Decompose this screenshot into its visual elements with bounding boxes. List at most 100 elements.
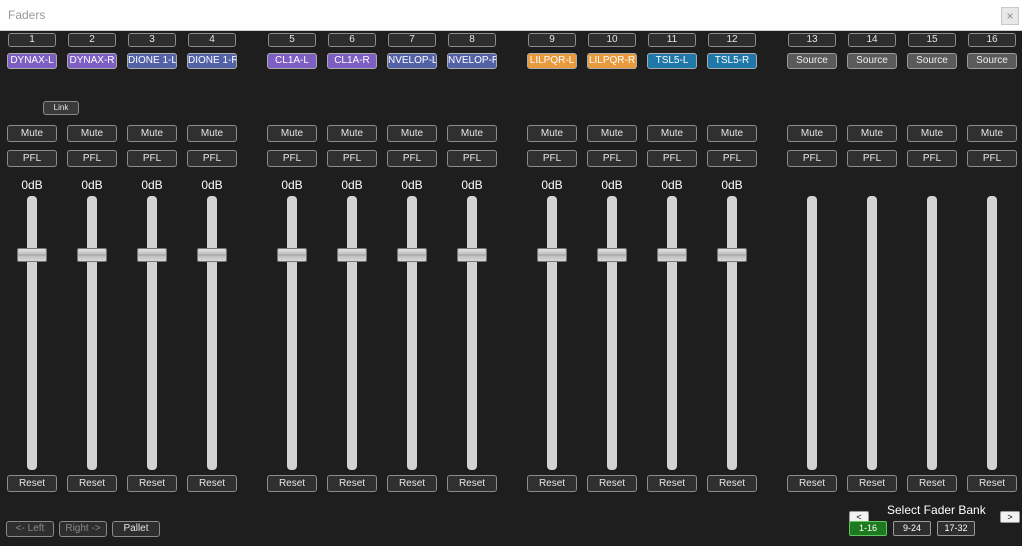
channel-number-button[interactable]: 14 xyxy=(848,33,896,47)
mute-button[interactable]: Mute xyxy=(527,125,577,142)
fader-knob[interactable] xyxy=(717,248,747,262)
pfl-button[interactable]: PFL xyxy=(787,150,837,167)
mute-button[interactable]: Mute xyxy=(267,125,317,142)
channel-number-button[interactable]: 7 xyxy=(388,33,436,47)
fader-knob[interactable] xyxy=(17,248,47,262)
channel-number-button[interactable]: 1 xyxy=(8,33,56,47)
source-button[interactable]: Source xyxy=(907,53,957,69)
channel-name-button[interactable]: TSL5-R xyxy=(707,53,757,69)
channel-number-button[interactable]: 3 xyxy=(128,33,176,47)
fader-track[interactable] xyxy=(27,196,37,470)
pfl-button[interactable]: PFL xyxy=(527,150,577,167)
channel-number-button[interactable]: 6 xyxy=(328,33,376,47)
mute-button[interactable]: Mute xyxy=(447,125,497,142)
reset-button[interactable]: Reset xyxy=(787,475,837,492)
channel-number-button[interactable]: 4 xyxy=(188,33,236,47)
reset-button[interactable]: Reset xyxy=(967,475,1017,492)
channel-name-button[interactable]: NVELOP-R xyxy=(447,53,497,69)
channel-name-button[interactable]: TSL5-L xyxy=(647,53,697,69)
bank-button-17-32[interactable]: 17-32 xyxy=(937,521,975,536)
channel-number-button[interactable]: 11 xyxy=(648,33,696,47)
pfl-button[interactable]: PFL xyxy=(647,150,697,167)
channel-number-button[interactable]: 8 xyxy=(448,33,496,47)
fader-knob[interactable] xyxy=(277,248,307,262)
mute-button[interactable]: Mute xyxy=(967,125,1017,142)
pfl-button[interactable]: PFL xyxy=(707,150,757,167)
reset-button[interactable]: Reset xyxy=(527,475,577,492)
channel-number-button[interactable]: 10 xyxy=(588,33,636,47)
channel-number-button[interactable]: 16 xyxy=(968,33,1016,47)
fader-knob[interactable] xyxy=(197,248,227,262)
fader-track[interactable] xyxy=(547,196,557,470)
fader-track[interactable] xyxy=(807,196,817,470)
fader-knob[interactable] xyxy=(657,248,687,262)
mute-button[interactable]: Mute xyxy=(707,125,757,142)
reset-button[interactable]: Reset xyxy=(387,475,437,492)
pfl-button[interactable]: PFL xyxy=(327,150,377,167)
source-button[interactable]: Source xyxy=(787,53,837,69)
channel-number-button[interactable]: 15 xyxy=(908,33,956,47)
channel-name-button[interactable]: LILPQR-L xyxy=(527,53,577,69)
reset-button[interactable]: Reset xyxy=(647,475,697,492)
pfl-button[interactable]: PFL xyxy=(447,150,497,167)
pallet-button[interactable]: Pallet xyxy=(112,521,160,537)
channel-name-button[interactable]: NVELOP-L xyxy=(387,53,437,69)
channel-name-button[interactable]: CL1A-L xyxy=(267,53,317,69)
channel-name-button[interactable]: DIONE 1-R xyxy=(187,53,237,69)
channel-name-button[interactable]: DIONE 1-L xyxy=(127,53,177,69)
mute-button[interactable]: Mute xyxy=(187,125,237,142)
channel-number-button[interactable]: 13 xyxy=(788,33,836,47)
scroll-left-button[interactable]: <- Left xyxy=(6,521,54,537)
fader-track[interactable] xyxy=(667,196,677,470)
close-button[interactable]: × xyxy=(1001,7,1019,25)
reset-button[interactable]: Reset xyxy=(847,475,897,492)
link-button[interactable]: Link xyxy=(43,101,79,115)
fader-track[interactable] xyxy=(607,196,617,470)
channel-name-button[interactable]: DYNAX-L xyxy=(7,53,57,69)
fader-knob[interactable] xyxy=(457,248,487,262)
scroll-right-button[interactable]: Right -> xyxy=(59,521,107,537)
channel-number-button[interactable]: 2 xyxy=(68,33,116,47)
mute-button[interactable]: Mute xyxy=(907,125,957,142)
pfl-button[interactable]: PFL xyxy=(847,150,897,167)
mute-button[interactable]: Mute xyxy=(787,125,837,142)
fader-track[interactable] xyxy=(87,196,97,470)
pfl-button[interactable]: PFL xyxy=(387,150,437,167)
channel-name-button[interactable]: CL1A-R xyxy=(327,53,377,69)
bank-button-1-16[interactable]: 1-16 xyxy=(849,521,887,536)
fader-track[interactable] xyxy=(207,196,217,470)
mute-button[interactable]: Mute xyxy=(587,125,637,142)
fader-knob[interactable] xyxy=(537,248,567,262)
fader-track[interactable] xyxy=(867,196,877,470)
pfl-button[interactable]: PFL xyxy=(67,150,117,167)
mute-button[interactable]: Mute xyxy=(647,125,697,142)
pfl-button[interactable]: PFL xyxy=(187,150,237,167)
pfl-button[interactable]: PFL xyxy=(907,150,957,167)
bank-button-9-24[interactable]: 9-24 xyxy=(893,521,931,536)
bank-next-button[interactable]: > xyxy=(1000,511,1020,523)
channel-number-button[interactable]: 5 xyxy=(268,33,316,47)
channel-number-button[interactable]: 9 xyxy=(528,33,576,47)
channel-name-button[interactable]: DYNAX-R xyxy=(67,53,117,69)
pfl-button[interactable]: PFL xyxy=(7,150,57,167)
fader-track[interactable] xyxy=(287,196,297,470)
pfl-button[interactable]: PFL xyxy=(127,150,177,167)
mute-button[interactable]: Mute xyxy=(7,125,57,142)
reset-button[interactable]: Reset xyxy=(447,475,497,492)
source-button[interactable]: Source xyxy=(967,53,1017,69)
mute-button[interactable]: Mute xyxy=(127,125,177,142)
fader-knob[interactable] xyxy=(597,248,627,262)
pfl-button[interactable]: PFL xyxy=(267,150,317,167)
reset-button[interactable]: Reset xyxy=(127,475,177,492)
mute-button[interactable]: Mute xyxy=(67,125,117,142)
fader-track[interactable] xyxy=(927,196,937,470)
channel-name-button[interactable]: LILPQR-R xyxy=(587,53,637,69)
mute-button[interactable]: Mute xyxy=(847,125,897,142)
fader-knob[interactable] xyxy=(137,248,167,262)
mute-button[interactable]: Mute xyxy=(387,125,437,142)
reset-button[interactable]: Reset xyxy=(707,475,757,492)
reset-button[interactable]: Reset xyxy=(327,475,377,492)
pfl-button[interactable]: PFL xyxy=(587,150,637,167)
fader-knob[interactable] xyxy=(337,248,367,262)
fader-track[interactable] xyxy=(347,196,357,470)
